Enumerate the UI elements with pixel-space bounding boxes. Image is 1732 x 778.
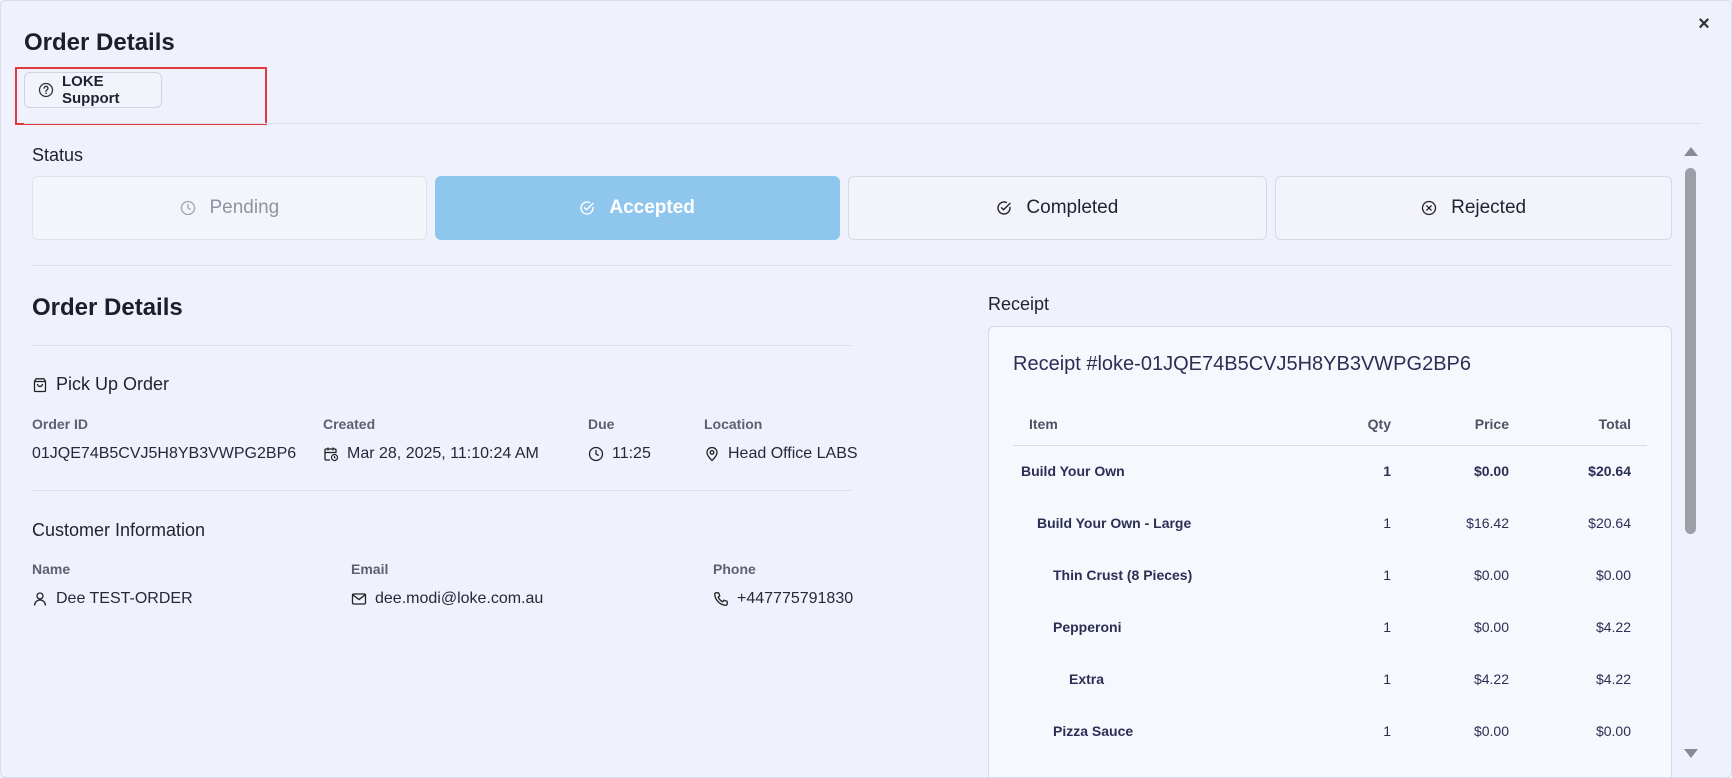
map-pin-icon [704, 446, 720, 462]
row-total: $20.64 [1588, 463, 1631, 480]
row-total: $0.00 [1595, 567, 1631, 583]
col-qty: Qty [1303, 407, 1407, 446]
modal-title: Order Details [24, 29, 175, 56]
table-row: Extra 1 $4.22 $4.22 [1013, 653, 1647, 705]
created-value: Mar 28, 2025, 11:10:24 AM [323, 445, 539, 463]
mail-icon [351, 591, 367, 607]
status-divider [32, 265, 1672, 266]
row-price: $0.00 [1473, 619, 1509, 635]
table-row: Thin Crust (8 Pieces) 1 $0.00 $0.00 [1013, 549, 1647, 601]
status-selector: Pending Accepted Completed Rejected [32, 176, 1672, 240]
clock-icon [588, 446, 604, 462]
row-qty: 1 [1383, 619, 1391, 635]
location-label: Location [704, 416, 763, 432]
modal-content: Status Pending Accepted Completed Reject… [1, 124, 1681, 777]
col-item: Item [1013, 407, 1303, 446]
row-price: $0.00 [1473, 463, 1509, 480]
location-text: Head Office LABS [728, 445, 858, 462]
status-completed-button[interactable]: Completed [847, 176, 1268, 240]
table-row: Build Your Own - Large 1 $16.42 $20.64 [1013, 497, 1647, 549]
row-qty: 1 [1383, 567, 1391, 583]
table-row: Build Your Own 1 $0.00 $20.64 [1013, 445, 1647, 497]
receipt-header-row: Item Qty Price Total [1013, 407, 1647, 446]
order-type: Pick Up Order [32, 374, 169, 395]
customer-name-value: Dee TEST-ORDER [32, 590, 193, 608]
check-circle-icon [996, 200, 1012, 216]
receipt-title: Receipt #loke-01JQE74B5CVJ5H8YB3VWPG2BP6 [1013, 353, 1472, 375]
table-row: Pepperoni 1 $0.00 $4.22 [1013, 601, 1647, 653]
row-item: Build Your Own [1021, 463, 1125, 480]
x-circle-icon [1421, 200, 1437, 216]
due-value: 11:25 [588, 445, 651, 463]
row-total: $4.22 [1595, 671, 1631, 687]
order-id-value: 01JQE74B5CVJ5H8YB3VWPG2BP6 [32, 445, 296, 463]
user-icon [32, 591, 48, 607]
row-item: Pizza Sauce [1053, 723, 1134, 739]
receipt-label: Receipt [988, 294, 1050, 314]
table-row: Pizza Sauce 1 $0.00 $0.00 [1013, 705, 1647, 757]
phone-icon [713, 591, 729, 607]
status-completed-label: Completed [1026, 197, 1119, 218]
row-qty: 1 [1383, 671, 1391, 687]
scroll-up-arrow-icon[interactable] [1684, 147, 1698, 156]
order-title-divider [32, 345, 852, 346]
customer-info-title: Customer Information [32, 520, 206, 540]
row-price: $0.00 [1473, 567, 1509, 583]
row-item: Build Your Own - Large [1037, 515, 1192, 531]
status-rejected-label: Rejected [1451, 197, 1527, 218]
customer-name-text: Dee TEST-ORDER [56, 590, 193, 607]
clock-icon [180, 200, 196, 216]
scroll-thumb[interactable] [1685, 168, 1696, 534]
row-total: $20.64 [1588, 515, 1631, 531]
close-button[interactable]: × [1693, 13, 1715, 35]
row-qty: 1 [1383, 723, 1391, 739]
help-circle-icon [38, 82, 54, 98]
order-details-title: Order Details [32, 294, 183, 321]
order-details-modal: × Order Details LOKE Support Status Pend… [0, 0, 1732, 778]
status-rejected-button[interactable]: Rejected [1275, 176, 1672, 240]
order-id-label: Order ID [32, 416, 89, 432]
order-type-label: Pick Up Order [56, 374, 170, 394]
calendar-clock-icon [323, 446, 339, 462]
row-price: $16.42 [1466, 515, 1509, 531]
receipt-table: Item Qty Price Total Build Your Own 1 $0… [1013, 407, 1647, 757]
support-button-label: LOKE Support [62, 73, 120, 107]
row-item: Thin Crust (8 Pieces) [1053, 567, 1193, 583]
status-accepted-label: Accepted [609, 197, 695, 218]
receipt-card: Receipt #loke-01JQE74B5CVJ5H8YB3VWPG2BP6… [988, 326, 1672, 777]
loke-support-button[interactable]: LOKE Support [24, 72, 162, 108]
order-fields-divider [32, 490, 852, 491]
status-label: Status [32, 145, 84, 165]
created-text: Mar 28, 2025, 11:10:24 AM [347, 445, 539, 462]
customer-email-label: Email [351, 561, 389, 577]
row-qty: 1 [1383, 463, 1391, 480]
customer-email-value: dee.modi@loke.com.au [351, 590, 543, 608]
shopping-bag-icon [32, 377, 48, 393]
row-total: $4.22 [1595, 619, 1631, 635]
created-label: Created [323, 416, 376, 432]
scroll-down-arrow-icon[interactable] [1684, 749, 1698, 758]
status-pending-button[interactable]: Pending [32, 176, 427, 240]
row-qty: 1 [1383, 515, 1391, 531]
customer-phone-value: +447775791830 [713, 590, 853, 608]
row-total: $0.00 [1595, 723, 1631, 739]
content-scrollbar[interactable] [1682, 143, 1698, 763]
due-text: 11:25 [612, 445, 651, 462]
check-circle-icon [579, 200, 595, 216]
col-total: Total [1525, 407, 1647, 446]
col-price: Price [1407, 407, 1525, 446]
due-label: Due [588, 416, 615, 432]
customer-name-label: Name [32, 561, 71, 577]
location-value: Head Office LABS [704, 445, 858, 463]
order-id-text: 01JQE74B5CVJ5H8YB3VWPG2BP6 [32, 445, 297, 462]
row-price: $0.00 [1473, 723, 1509, 739]
customer-phone-label: Phone [713, 561, 756, 577]
customer-phone-text[interactable]: +447775791830 [737, 590, 853, 608]
status-accepted-button[interactable]: Accepted [434, 176, 840, 240]
row-price: $4.22 [1473, 671, 1509, 687]
customer-email-text[interactable]: dee.modi@loke.com.au [375, 590, 543, 608]
row-item: Pepperoni [1053, 619, 1122, 635]
status-pending-label: Pending [209, 197, 280, 218]
row-item: Extra [1069, 671, 1105, 687]
